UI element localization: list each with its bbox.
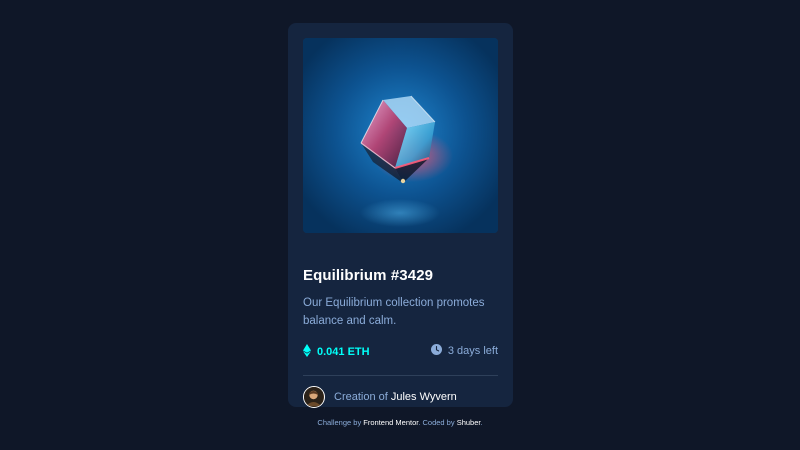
- divider: [303, 375, 498, 376]
- attribution-middle: . Coded by: [418, 418, 455, 427]
- time-left-value: 3 days left: [447, 345, 498, 357]
- creator-prefix: Creation of: [334, 391, 388, 403]
- nft-image[interactable]: [303, 38, 498, 233]
- creator-name[interactable]: Jules Wyvern: [391, 391, 457, 403]
- creator-text: Creation of Jules Wyvern: [334, 391, 457, 403]
- nft-card: Equilibrium #3429 Our Equilibrium collec…: [288, 23, 513, 409]
- card-meta: 0.041 ETH 3 days left: [303, 344, 498, 360]
- attribution-suffix: .: [480, 418, 483, 427]
- card-description: Our Equilibrium collection promotes bala…: [303, 297, 485, 327]
- creator-row: Creation of Jules Wyvern: [303, 385, 457, 409]
- card-title[interactable]: Equilibrium #3429: [303, 267, 433, 284]
- ethereum-icon: [303, 344, 311, 360]
- avatar: [303, 386, 325, 408]
- time-left: 3 days left: [430, 344, 498, 358]
- price: 0.041 ETH: [303, 344, 370, 360]
- price-value: 0.041 ETH: [317, 346, 370, 358]
- attribution-prefix: Challenge by: [317, 418, 362, 427]
- attribution: Challenge by Frontend Mentor. Coded by S…: [0, 418, 800, 427]
- page: Equilibrium #3429 Our Equilibrium collec…: [0, 0, 800, 450]
- coder-link[interactable]: Shuber: [457, 418, 481, 427]
- equilibrium-cube-image: [303, 38, 498, 233]
- clock-icon: [430, 344, 442, 358]
- frontend-mentor-link[interactable]: Frontend Mentor: [363, 418, 418, 427]
